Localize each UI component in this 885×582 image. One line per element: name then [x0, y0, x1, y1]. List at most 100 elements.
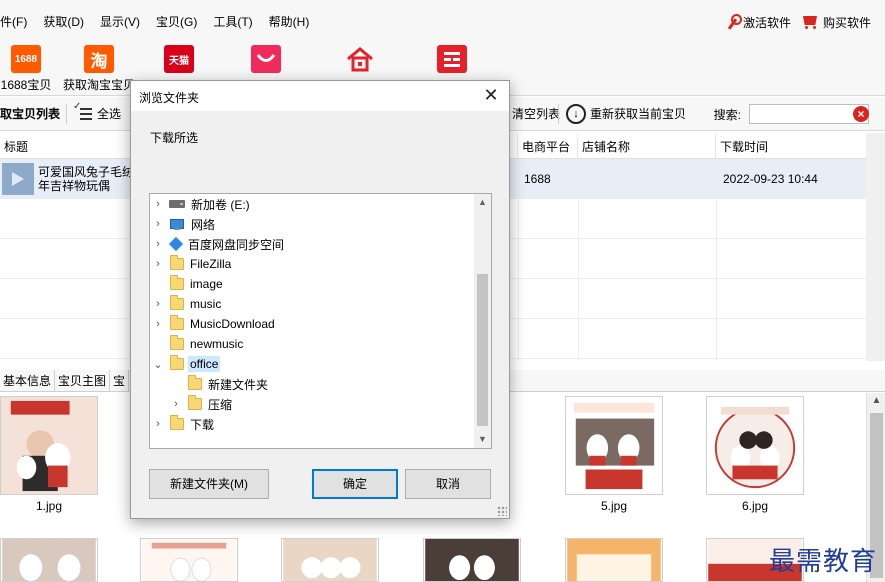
select-all-label: 全选: [97, 107, 122, 121]
menu-view[interactable]: 显示(V): [92, 0, 148, 44]
folder-icon: [170, 355, 184, 370]
product-thumbnail: [2, 163, 34, 195]
tree-scroll-thumb[interactable]: [477, 274, 488, 426]
gallery-image-6[interactable]: [706, 396, 804, 495]
menu-tools[interactable]: 工具(T): [205, 0, 260, 44]
col-platform[interactable]: 电商平台: [518, 133, 578, 159]
tree-node-office[interactable]: ⌄ office: [152, 354, 221, 374]
close-icon[interactable]: ✕: [481, 85, 501, 105]
menu-help[interactable]: 帮助(H): [261, 0, 318, 44]
tool-taobao[interactable]: 淘 获取淘宝宝贝: [62, 44, 136, 96]
resize-grip-icon[interactable]: [497, 506, 507, 516]
tree-node-compress[interactable]: › 压缩: [170, 394, 234, 414]
chevron-down-icon[interactable]: ⌄: [152, 358, 164, 371]
tree-node-baidu[interactable]: › 百度网盘同步空间: [152, 234, 286, 254]
select-all-button[interactable]: 全选: [67, 97, 127, 131]
clear-list-button[interactable]: 清空列表: [506, 97, 566, 131]
chevron-right-icon[interactable]: ›: [152, 218, 164, 230]
column-divider: [716, 159, 717, 361]
dialog-description: 下载所选: [150, 131, 199, 145]
get-list-button[interactable]: 取宝贝列表: [0, 97, 66, 131]
col-shop[interactable]: 店铺名称: [578, 133, 716, 159]
tree-scrollbar[interactable]: ▲ ▼: [474, 194, 491, 448]
tree-node-label: office: [188, 356, 221, 372]
tree-node-label: newmusic: [190, 337, 244, 351]
chevron-right-icon[interactable]: ›: [152, 318, 164, 330]
menu-item-goods[interactable]: 宝贝(G): [148, 0, 205, 44]
gallery-image-row2-1[interactable]: [0, 538, 98, 582]
tree-node-musicdownload[interactable]: › MusicDownload: [152, 314, 277, 334]
col-time[interactable]: 下载时间: [716, 133, 866, 159]
folder-icon: [188, 395, 202, 410]
dialog-title: 浏览文件夹: [139, 91, 200, 105]
tree-node-label: 新建文件夹: [208, 377, 269, 392]
chevron-right-icon[interactable]: ›: [152, 298, 164, 310]
taobao-logo-icon: 淘: [84, 45, 114, 73]
tree-node-image[interactable]: image: [152, 274, 225, 294]
tree-node-drive-e[interactable]: › 新加卷 (E:): [152, 194, 252, 214]
tool-global[interactable]: [318, 44, 402, 80]
1688-logo-icon: 1688: [11, 45, 41, 73]
buy-label: 购买软件: [822, 15, 871, 30]
tree-node-download[interactable]: › 下载: [152, 414, 216, 434]
home-logo-icon: [345, 45, 375, 73]
table-scrollbar[interactable]: [866, 133, 885, 361]
gallery-image-5[interactable]: [565, 396, 663, 495]
tab-main-images[interactable]: 宝贝主图: [55, 370, 111, 392]
dialog-titlebar[interactable]: 浏览文件夹 ✕: [131, 81, 509, 111]
baidu-cloud-icon: [168, 236, 184, 252]
tool-1688[interactable]: 1688 1688宝贝: [0, 44, 52, 96]
tab-basic-info[interactable]: 基本信息: [0, 370, 56, 392]
tree-node-label: image: [190, 277, 223, 291]
scroll-up-icon[interactable]: ▲: [474, 194, 491, 211]
column-divider: [518, 159, 519, 361]
chevron-right-icon[interactable]: ›: [152, 258, 164, 270]
rabbit-doll-photo: [1, 397, 97, 494]
menu-get[interactable]: 获取(D): [35, 0, 92, 44]
menu-file[interactable]: 件(F): [0, 0, 35, 44]
scroll-up-icon[interactable]: ▲: [867, 395, 885, 406]
tree-node-new-folder[interactable]: 新建文件夹: [170, 374, 270, 394]
tool-vip[interactable]: [226, 44, 306, 80]
tree-node-label: 网络: [191, 217, 216, 232]
column-divider: [578, 159, 579, 361]
clear-icon[interactable]: ×: [853, 106, 869, 122]
tree-node-label: 新加卷 (E:): [191, 197, 250, 212]
ok-button[interactable]: 确定: [312, 469, 398, 499]
gallery-image-row2-5[interactable]: [565, 538, 663, 582]
search-area: 搜索: ×: [714, 97, 869, 131]
buy-software-button[interactable]: 购买软件: [801, 14, 871, 31]
tree-node-label: 百度网盘同步空间: [188, 237, 285, 252]
chevron-right-icon[interactable]: ›: [170, 398, 182, 410]
gallery-caption-6: 6.jpg: [741, 499, 769, 513]
cancel-button[interactable]: 取消: [405, 469, 491, 499]
row-time: 2022-09-23 10:44: [723, 172, 818, 186]
tab-more[interactable]: 宝: [110, 370, 130, 392]
gallery-image-row2-2[interactable]: [140, 538, 238, 582]
tool-pinduoduo[interactable]: [410, 44, 494, 80]
row-platform: 1688: [524, 172, 551, 186]
activate-label: 激活软件: [742, 15, 791, 30]
tree-node-network[interactable]: › 网络: [152, 214, 217, 234]
new-folder-button[interactable]: 新建文件夹(M): [149, 469, 269, 499]
refetch-button[interactable]: ↓ 重新获取当前宝贝: [560, 97, 692, 131]
tree-node-filezilla[interactable]: › FileZilla: [152, 254, 233, 274]
gallery-image-row2-4[interactable]: [423, 538, 521, 582]
chevron-right-icon[interactable]: ›: [152, 418, 164, 430]
chevron-right-icon[interactable]: ›: [152, 238, 164, 250]
tree-node-newmusic[interactable]: newmusic: [152, 334, 245, 354]
scroll-down-icon[interactable]: ▼: [474, 431, 491, 448]
chevron-right-icon[interactable]: ›: [152, 198, 164, 210]
watermark-text: 最需教育: [768, 547, 877, 577]
activate-software-button[interactable]: 激活软件: [725, 14, 791, 31]
tree-node-music[interactable]: › music: [152, 294, 223, 314]
rabbit-orange-photo: [567, 539, 661, 581]
folder-tree[interactable]: › 新加卷 (E:) › 网络 › 百度网盘同步空间 › FileZilla i…: [149, 193, 492, 449]
rabbit-photo: [2, 539, 96, 581]
gallery-image-1[interactable]: [0, 396, 98, 495]
gallery-image-row2-3[interactable]: [281, 538, 379, 582]
key-icon: [725, 14, 742, 30]
tool-tmall[interactable]: 天猫: [142, 44, 216, 80]
search-input[interactable]: ×: [749, 104, 869, 124]
vip-logo-icon: [251, 45, 281, 73]
